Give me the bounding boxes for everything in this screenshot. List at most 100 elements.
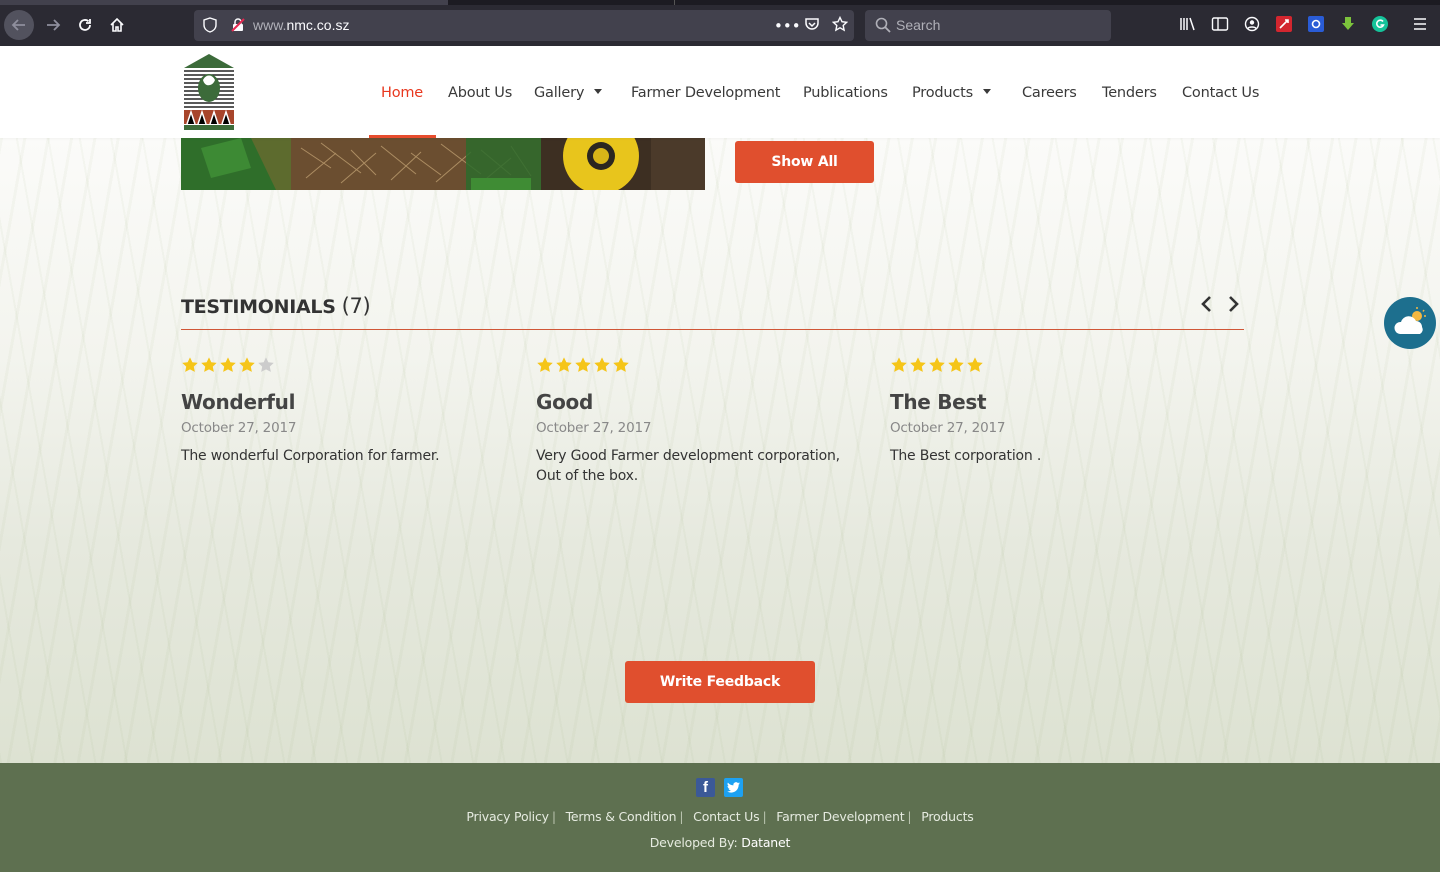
search-icon [875,17,891,33]
footer-link-products[interactable]: Products [921,809,974,824]
extension-red-icon[interactable] [1275,15,1293,33]
star-filled-icon [891,357,907,372]
nav-products[interactable]: Products [912,85,992,101]
star-rating [181,356,511,374]
sidebar-icon[interactable] [1211,15,1229,33]
star-filled-icon [929,357,945,372]
weather-widget[interactable] [1384,297,1436,349]
testimonial-body: The Best corporation . [890,448,1042,464]
nav-publications[interactable]: Publications [803,85,888,101]
insecure-lock-icon[interactable] [231,18,245,32]
arrow-right-icon [47,19,61,31]
star-filled-icon [201,357,217,372]
active-tab[interactable] [0,0,448,5]
footer-link-separator: | [762,809,767,824]
nav-gallery-label: Gallery [534,85,585,101]
footer-link-farmer-development[interactable]: Farmer Development [776,809,904,824]
nav-farmer-development[interactable]: Farmer Development [631,85,780,101]
browser-search-input[interactable]: Search [865,10,1111,41]
home-icon [110,17,124,32]
testimonial-card: Good October 27, 2017 Very Good Farmer d… [536,356,866,486]
browser-toolbar: www.nmc.co.sz ••• Search [0,0,1440,46]
hamburger-menu-icon[interactable] [1411,15,1429,33]
shield-icon[interactable] [203,17,217,33]
url-text[interactable]: www.nmc.co.sz [253,17,349,33]
testimonial-body: Very Good Farmer development corporation… [536,448,840,484]
nav-products-label: Products [912,85,974,101]
star-filled-icon [575,357,591,372]
nav-contact-us[interactable]: Contact Us [1182,85,1259,101]
nav-careers[interactable]: Careers [1022,85,1077,101]
footer-link-privacy-policy[interactable]: Privacy Policy [466,809,549,824]
pocket-icon[interactable] [802,16,822,36]
star-filled-icon [182,357,198,372]
testimonial-title: The Best [890,390,987,414]
write-feedback-button[interactable]: Write Feedback [625,661,815,703]
nav-home[interactable]: Home [381,85,423,101]
star-filled-icon [910,357,926,372]
tab-strip [0,0,1440,5]
developed-by-label: Developed By: [649,835,738,850]
nav-gallery[interactable]: Gallery [534,85,603,101]
nav-about-us[interactable]: About Us [448,85,512,101]
search-placeholder: Search [896,17,941,33]
star-filled-icon [556,357,572,372]
testimonials-count: (7) [341,294,371,318]
footer-link-contact-us[interactable]: Contact Us [693,809,759,824]
testimonials-heading: TESTIMONIALS (7) [181,294,371,318]
back-button[interactable] [4,10,34,40]
testimonial-body: The wonderful Corporation for farmer. [181,448,440,464]
site-footer: f Privacy Policy | Terms & Condition | Con… [0,763,1440,872]
developer-credit: Developed By: Datanet [0,835,1440,850]
show-all-button[interactable]: Show All [735,141,874,183]
testimonial-title: Good [536,390,594,414]
facebook-icon[interactable]: f [696,778,715,797]
download-icon[interactable] [1339,15,1357,33]
testimonial-date: October 27, 2017 [181,420,297,436]
footer-link-separator: | [551,809,556,824]
star-rating [536,356,866,374]
star-filled-icon [220,357,236,372]
nav-tenders[interactable]: Tenders [1102,85,1157,101]
testimonial-date: October 27, 2017 [536,420,652,436]
star-rating [890,356,1220,374]
star-filled-icon [967,357,983,372]
site-header: Home About Us Gallery Farmer Development… [0,46,1440,138]
reload-icon [79,19,91,31]
star-filled-icon [239,357,255,372]
star-filled-icon [537,357,553,372]
account-icon[interactable] [1243,15,1261,33]
testimonials-title: TESTIMONIALS [181,296,336,318]
star-filled-icon [594,357,610,372]
weather-cloud-sun-icon [1394,307,1426,334]
tab-separator [674,0,675,5]
footer-link-separator: | [679,809,684,824]
twitter-icon[interactable] [724,778,743,797]
grammarly-icon[interactable] [1371,15,1389,33]
home-button[interactable] [102,10,132,40]
nmc-logo[interactable] [181,52,237,132]
chevron-down-icon [594,89,603,94]
main-content: Show All TESTIMONIALS (7) Wonderful Octob… [0,138,1440,763]
more-actions-icon[interactable]: ••• [774,16,801,36]
chevron-right-icon[interactable] [1224,294,1242,314]
star-empty-icon [258,357,274,372]
testimonial-card: The Best October 27, 2017 The Best corpo… [890,356,1220,466]
gallery-tractor-photo[interactable] [181,138,705,190]
testimonial-date: October 27, 2017 [890,420,1006,436]
chevron-left-icon[interactable] [1198,294,1216,314]
address-bar[interactable]: www.nmc.co.sz ••• [194,10,854,41]
nav-active-indicator [369,135,436,138]
footer-links: Privacy Policy | Terms & Condition | Conta… [0,809,1440,824]
forward-button[interactable] [38,10,68,40]
arrow-left-icon [11,19,25,31]
extension-blue-icon[interactable] [1307,15,1325,33]
developer-link[interactable]: Datanet [741,835,790,850]
footer-link-terms[interactable]: Terms & Condition [566,809,677,824]
reload-button[interactable] [70,10,100,40]
bookmark-star-icon[interactable] [830,15,850,36]
testimonial-card: Wonderful October 27, 2017 The wonderful… [181,356,511,466]
testimonial-title: Wonderful [181,390,296,414]
library-icon[interactable] [1179,15,1197,33]
star-filled-icon [948,357,964,372]
